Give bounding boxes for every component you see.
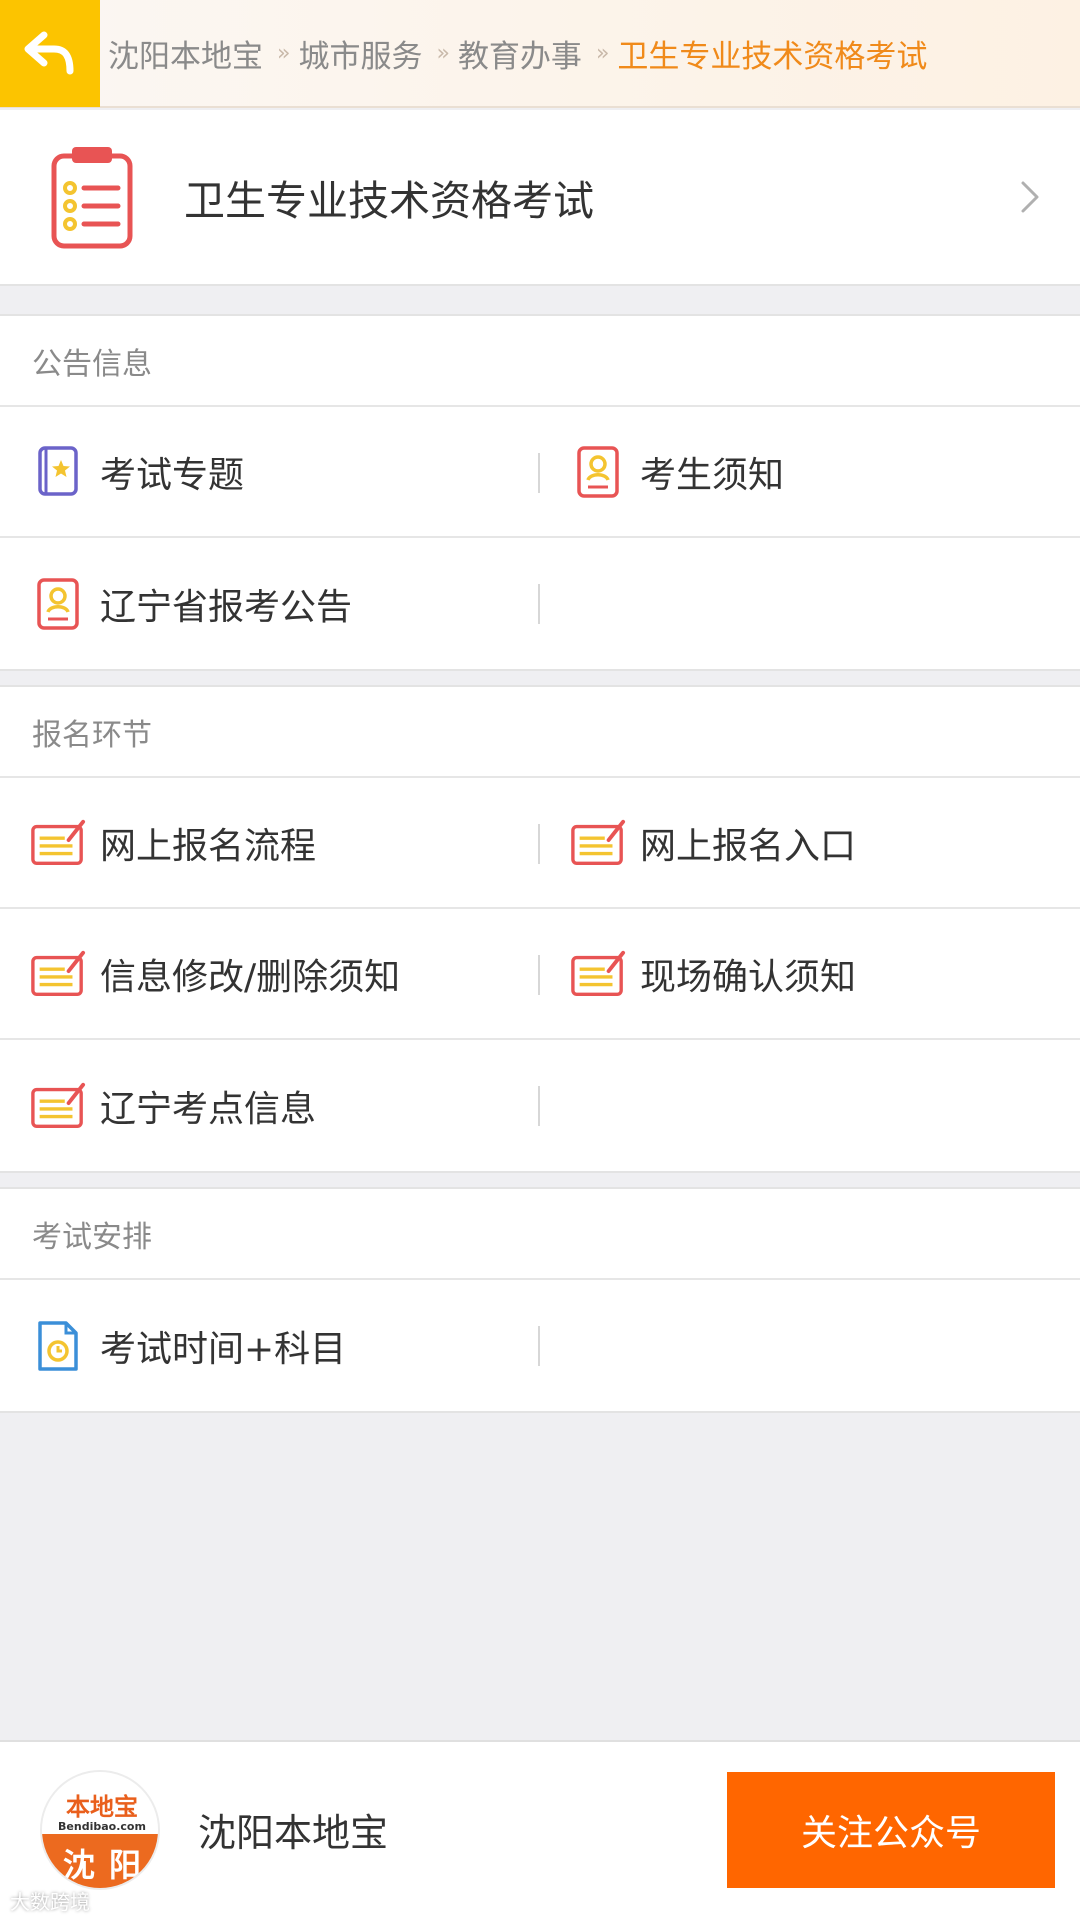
menu-item-liaoning-announcement[interactable]: 辽宁省报考公告 bbox=[0, 538, 540, 669]
list-row: 网上报名流程 网上报名入口 bbox=[0, 778, 1080, 909]
menu-item-online-registration-process[interactable]: 网上报名流程 bbox=[0, 777, 540, 908]
section-schedule: 考试安排 考试时间+科目 bbox=[0, 1187, 1080, 1413]
menu-item-label: 信息修改/删除须知 bbox=[100, 956, 401, 998]
page-title: 卫生专业技术资格考试 bbox=[184, 177, 594, 225]
page-header-card[interactable]: 卫生专业技术资格考试 bbox=[0, 110, 1080, 286]
menu-item-label: 网上报名入口 bbox=[640, 825, 857, 867]
list-row: 辽宁省报考公告 bbox=[0, 538, 1080, 669]
breadcrumb-separator-icon: » bbox=[436, 40, 450, 66]
menu-item-label: 网上报名流程 bbox=[100, 825, 317, 867]
breadcrumb-item-city-services[interactable]: 城市服务 bbox=[298, 31, 422, 76]
empty-cell bbox=[540, 1280, 1080, 1411]
menu-item-label: 考试专题 bbox=[100, 454, 245, 496]
breadcrumb-separator-icon: » bbox=[595, 40, 610, 66]
list-row: 考试专题 考生须知 bbox=[0, 407, 1080, 538]
breadcrumb: 沈阳本地宝 » 城市服务 » 教育办事 » 卫生专业技术资格考试 bbox=[100, 31, 927, 76]
logo-city: 沈阳 bbox=[42, 1833, 158, 1888]
edit-form-icon bbox=[30, 946, 86, 1002]
menu-item-label: 现场确认须知 bbox=[640, 956, 857, 998]
clipboard-list-icon bbox=[51, 147, 133, 249]
menu-item-liaoning-test-sites[interactable]: 辽宁考点信息 bbox=[0, 1040, 540, 1171]
empty-cell bbox=[540, 538, 1080, 669]
logo-subtext: Bendibao.com bbox=[58, 1819, 146, 1833]
menu-item-exam-topic[interactable]: 考试专题 bbox=[0, 406, 540, 537]
menu-item-onsite-confirmation[interactable]: 现场确认须知 bbox=[540, 908, 1080, 1039]
top-navigation-bar: 沈阳本地宝 » 城市服务 » 教育办事 » 卫生专业技术资格考试 bbox=[0, 0, 1080, 108]
section-announcements: 公告信息 考试专题 考生须知 辽宁省报考公告 bbox=[0, 314, 1080, 671]
follow-account-bar: 本地宝 Bendibao.com 沈阳 沈阳本地宝 关注公众号 bbox=[0, 1740, 1080, 1917]
back-arrow-icon bbox=[24, 31, 74, 75]
id-card-icon bbox=[570, 444, 626, 500]
menu-item-candidate-notice[interactable]: 考生须知 bbox=[540, 406, 1080, 537]
section-registration: 报名环节 网上报名流程 网上报名入口 信息修改/删除须知 现场确认须知 辽宁考点… bbox=[0, 685, 1080, 1173]
menu-item-label: 辽宁考点信息 bbox=[100, 1088, 317, 1130]
edit-form-icon bbox=[30, 1078, 86, 1134]
follow-account-button[interactable]: 关注公众号 bbox=[727, 1771, 1055, 1888]
menu-item-online-registration-entry[interactable]: 网上报名入口 bbox=[540, 777, 1080, 908]
edit-form-icon bbox=[30, 815, 86, 871]
menu-item-info-modify-delete[interactable]: 信息修改/删除须知 bbox=[0, 908, 540, 1039]
list-row: 考试时间+科目 bbox=[0, 1280, 1080, 1411]
menu-item-exam-time-subjects[interactable]: 考试时间+科目 bbox=[0, 1280, 540, 1411]
watermark: 大数跨境 bbox=[10, 1890, 90, 1914]
menu-item-label: 考试时间+科目 bbox=[100, 1328, 347, 1370]
section-title: 报名环节 bbox=[0, 687, 1080, 778]
star-book-icon bbox=[30, 444, 86, 500]
section-title: 考试安排 bbox=[0, 1189, 1080, 1280]
menu-item-label: 辽宁省报考公告 bbox=[100, 586, 353, 628]
breadcrumb-separator-icon: » bbox=[277, 40, 291, 66]
edit-form-icon bbox=[570, 815, 626, 871]
logo-text: 本地宝 bbox=[66, 1792, 138, 1821]
document-clock-icon bbox=[30, 1318, 86, 1374]
bendibao-logo: 本地宝 Bendibao.com 沈阳 bbox=[40, 1769, 160, 1890]
section-title: 公告信息 bbox=[0, 316, 1080, 407]
list-row: 信息修改/删除须知 现场确认须知 bbox=[0, 909, 1080, 1040]
account-name: 沈阳本地宝 bbox=[198, 1811, 389, 1855]
list-row: 辽宁考点信息 bbox=[0, 1040, 1080, 1171]
menu-item-label: 考生须知 bbox=[640, 454, 785, 496]
edit-form-icon bbox=[570, 946, 626, 1002]
chevron-right-icon bbox=[1021, 181, 1039, 213]
empty-cell bbox=[540, 1040, 1080, 1171]
back-button[interactable] bbox=[0, 0, 100, 107]
id-card-icon bbox=[30, 576, 86, 632]
breadcrumb-item-home[interactable]: 沈阳本地宝 bbox=[108, 31, 263, 76]
breadcrumb-item-current: 卫生专业技术资格考试 bbox=[617, 38, 928, 75]
breadcrumb-item-education[interactable]: 教育办事 bbox=[458, 31, 582, 76]
